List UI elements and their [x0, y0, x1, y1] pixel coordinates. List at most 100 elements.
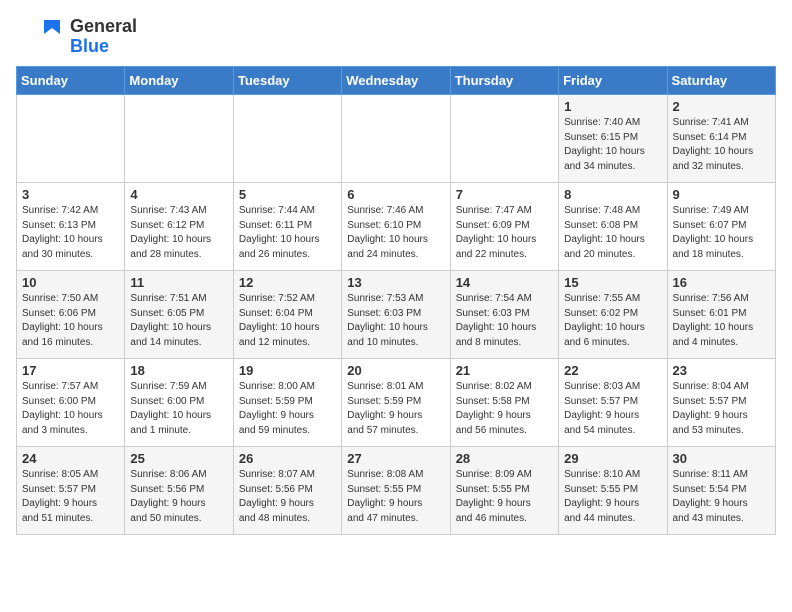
day-number: 19	[239, 363, 336, 378]
day-info: Sunrise: 7:44 AM Sunset: 6:11 PM Dayligh…	[239, 204, 336, 262]
day-info: Sunrise: 8:10 AM Sunset: 5:55 PM Dayligh…	[564, 468, 661, 526]
day-number: 27	[347, 451, 444, 466]
day-info: Sunrise: 8:09 AM Sunset: 5:55 PM Dayligh…	[456, 468, 553, 526]
day-info: Sunrise: 8:01 AM Sunset: 5:59 PM Dayligh…	[347, 380, 444, 438]
day-info: Sunrise: 8:06 AM Sunset: 5:56 PM Dayligh…	[130, 468, 227, 526]
calendar-cell: 12 Sunrise: 7:52 AM Sunset: 6:04 PM Dayli…	[233, 271, 341, 359]
calendar-cell: 27 Sunrise: 8:08 AM Sunset: 5:55 PM Dayli…	[342, 447, 450, 535]
calendar-cell: 30 Sunrise: 8:11 AM Sunset: 5:54 PM Dayli…	[667, 447, 775, 535]
day-info: Sunrise: 8:00 AM Sunset: 5:59 PM Dayligh…	[239, 380, 336, 438]
day-number: 22	[564, 363, 661, 378]
day-info: Sunrise: 7:57 AM Sunset: 6:00 PM Dayligh…	[22, 380, 119, 438]
day-info: Sunrise: 8:11 AM Sunset: 5:54 PM Dayligh…	[673, 468, 770, 526]
day-number: 6	[347, 187, 444, 202]
day-number: 11	[130, 275, 227, 290]
day-number: 26	[239, 451, 336, 466]
day-number: 28	[456, 451, 553, 466]
day-number: 17	[22, 363, 119, 378]
day-number: 21	[456, 363, 553, 378]
weekday-header: Saturday	[667, 67, 775, 95]
logo: GeneralBlue	[16, 16, 137, 58]
day-info: Sunrise: 8:07 AM Sunset: 5:56 PM Dayligh…	[239, 468, 336, 526]
day-info: Sunrise: 7:43 AM Sunset: 6:12 PM Dayligh…	[130, 204, 227, 262]
weekday-header: Monday	[125, 67, 233, 95]
day-number: 24	[22, 451, 119, 466]
weekday-header: Tuesday	[233, 67, 341, 95]
day-info: Sunrise: 7:59 AM Sunset: 6:00 PM Dayligh…	[130, 380, 227, 438]
calendar-week-row: 1Sunrise: 7:40 AM Sunset: 6:15 PM Daylig…	[17, 95, 776, 183]
calendar-cell	[233, 95, 341, 183]
day-info: Sunrise: 7:46 AM Sunset: 6:10 PM Dayligh…	[347, 204, 444, 262]
day-number: 16	[673, 275, 770, 290]
calendar-cell: 24 Sunrise: 8:05 AM Sunset: 5:57 PM Dayli…	[17, 447, 125, 535]
calendar-week-row: 3Sunrise: 7:42 AM Sunset: 6:13 PM Daylig…	[17, 183, 776, 271]
calendar-cell	[450, 95, 558, 183]
day-info: Sunrise: 8:02 AM Sunset: 5:58 PM Dayligh…	[456, 380, 553, 438]
day-info: Sunrise: 7:47 AM Sunset: 6:09 PM Dayligh…	[456, 204, 553, 262]
calendar-week-row: 10 Sunrise: 7:50 AM Sunset: 6:06 PM Dayli…	[17, 271, 776, 359]
day-info: Sunrise: 7:48 AM Sunset: 6:08 PM Dayligh…	[564, 204, 661, 262]
weekday-header-row: SundayMondayTuesdayWednesdayThursdayFrid…	[17, 67, 776, 95]
calendar-cell: 1Sunrise: 7:40 AM Sunset: 6:15 PM Daylig…	[559, 95, 667, 183]
calendar-cell: 14 Sunrise: 7:54 AM Sunset: 6:03 PM Dayli…	[450, 271, 558, 359]
day-number: 7	[456, 187, 553, 202]
calendar-cell: 11 Sunrise: 7:51 AM Sunset: 6:05 PM Dayli…	[125, 271, 233, 359]
day-info: Sunrise: 8:05 AM Sunset: 5:57 PM Dayligh…	[22, 468, 119, 526]
calendar-cell: 6 Sunrise: 7:46 AM Sunset: 6:10 PM Daylig…	[342, 183, 450, 271]
day-number: 25	[130, 451, 227, 466]
logo-text: GeneralBlue	[70, 17, 137, 57]
weekday-header: Friday	[559, 67, 667, 95]
calendar-week-row: 17 Sunrise: 7:57 AM Sunset: 6:00 PM Dayli…	[17, 359, 776, 447]
day-number: 5	[239, 187, 336, 202]
calendar-cell: 15 Sunrise: 7:55 AM Sunset: 6:02 PM Dayli…	[559, 271, 667, 359]
page-header: GeneralBlue	[16, 16, 776, 58]
day-number: 12	[239, 275, 336, 290]
day-number: 3	[22, 187, 119, 202]
day-number: 2	[673, 99, 770, 114]
calendar-cell: 17 Sunrise: 7:57 AM Sunset: 6:00 PM Dayli…	[17, 359, 125, 447]
calendar-cell: 5 Sunrise: 7:44 AM Sunset: 6:11 PM Daylig…	[233, 183, 341, 271]
calendar-cell: 29 Sunrise: 8:10 AM Sunset: 5:55 PM Dayli…	[559, 447, 667, 535]
calendar-cell: 20Sunrise: 8:01 AM Sunset: 5:59 PM Dayli…	[342, 359, 450, 447]
day-number: 8	[564, 187, 661, 202]
weekday-header: Wednesday	[342, 67, 450, 95]
day-info: Sunrise: 8:08 AM Sunset: 5:55 PM Dayligh…	[347, 468, 444, 526]
calendar-cell: 28 Sunrise: 8:09 AM Sunset: 5:55 PM Dayli…	[450, 447, 558, 535]
day-number: 4	[130, 187, 227, 202]
calendar-cell: 21 Sunrise: 8:02 AM Sunset: 5:58 PM Dayli…	[450, 359, 558, 447]
calendar-cell	[17, 95, 125, 183]
calendar-cell	[125, 95, 233, 183]
day-info: Sunrise: 7:56 AM Sunset: 6:01 PM Dayligh…	[673, 292, 770, 350]
day-info: Sunrise: 7:55 AM Sunset: 6:02 PM Dayligh…	[564, 292, 661, 350]
day-number: 14	[456, 275, 553, 290]
day-info: Sunrise: 8:04 AM Sunset: 5:57 PM Dayligh…	[673, 380, 770, 438]
calendar-cell: 18Sunrise: 7:59 AM Sunset: 6:00 PM Dayli…	[125, 359, 233, 447]
day-number: 10	[22, 275, 119, 290]
day-info: Sunrise: 8:03 AM Sunset: 5:57 PM Dayligh…	[564, 380, 661, 438]
day-info: Sunrise: 7:51 AM Sunset: 6:05 PM Dayligh…	[130, 292, 227, 350]
day-info: Sunrise: 7:53 AM Sunset: 6:03 PM Dayligh…	[347, 292, 444, 350]
calendar-cell: 3Sunrise: 7:42 AM Sunset: 6:13 PM Daylig…	[17, 183, 125, 271]
day-number: 1	[564, 99, 661, 114]
day-number: 29	[564, 451, 661, 466]
day-info: Sunrise: 7:41 AM Sunset: 6:14 PM Dayligh…	[673, 116, 770, 174]
calendar-cell: 10 Sunrise: 7:50 AM Sunset: 6:06 PM Dayli…	[17, 271, 125, 359]
calendar-cell: 8 Sunrise: 7:48 AM Sunset: 6:08 PM Daylig…	[559, 183, 667, 271]
calendar-cell: 7 Sunrise: 7:47 AM Sunset: 6:09 PM Daylig…	[450, 183, 558, 271]
day-info: Sunrise: 7:52 AM Sunset: 6:04 PM Dayligh…	[239, 292, 336, 350]
day-number: 23	[673, 363, 770, 378]
calendar-table: SundayMondayTuesdayWednesdayThursdayFrid…	[16, 66, 776, 535]
calendar-week-row: 24 Sunrise: 8:05 AM Sunset: 5:57 PM Dayli…	[17, 447, 776, 535]
day-number: 9	[673, 187, 770, 202]
calendar-cell: 9Sunrise: 7:49 AM Sunset: 6:07 PM Daylig…	[667, 183, 775, 271]
calendar-cell: 23 Sunrise: 8:04 AM Sunset: 5:57 PM Dayli…	[667, 359, 775, 447]
calendar-cell: 16 Sunrise: 7:56 AM Sunset: 6:01 PM Dayli…	[667, 271, 775, 359]
day-number: 15	[564, 275, 661, 290]
calendar-cell: 26 Sunrise: 8:07 AM Sunset: 5:56 PM Dayli…	[233, 447, 341, 535]
calendar-cell: 13 Sunrise: 7:53 AM Sunset: 6:03 PM Dayli…	[342, 271, 450, 359]
day-number: 30	[673, 451, 770, 466]
calendar-cell: 19 Sunrise: 8:00 AM Sunset: 5:59 PM Dayli…	[233, 359, 341, 447]
day-number: 13	[347, 275, 444, 290]
day-info: Sunrise: 7:54 AM Sunset: 6:03 PM Dayligh…	[456, 292, 553, 350]
day-info: Sunrise: 7:50 AM Sunset: 6:06 PM Dayligh…	[22, 292, 119, 350]
